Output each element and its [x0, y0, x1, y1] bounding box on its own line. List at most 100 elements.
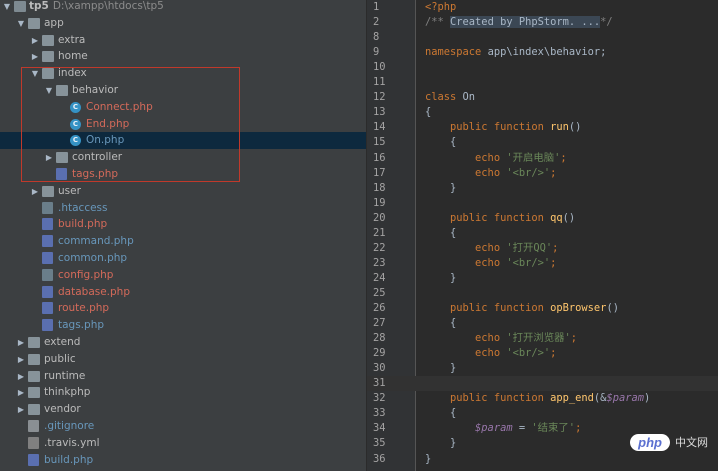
- code-line[interactable]: 15 {: [367, 135, 718, 150]
- code-token: '<br/>': [506, 166, 551, 179]
- tree-item-common-php[interactable]: common.php: [0, 250, 366, 267]
- code-token: {: [425, 136, 457, 149]
- php-file-icon: [42, 319, 53, 332]
- code-line[interactable]: 2 /** Created by PhpStorm. ...*/: [367, 15, 718, 30]
- code-line[interactable]: 12 class On: [367, 90, 718, 105]
- code-line[interactable]: 25: [367, 286, 718, 301]
- code-text: <?php: [425, 0, 456, 15]
- code-line[interactable]: 20 public function qq(): [367, 211, 718, 226]
- code-line[interactable]: 26 public function opBrowser(): [367, 301, 718, 316]
- chevron-right-icon[interactable]: ▶: [16, 368, 26, 385]
- tree-item-command-php[interactable]: command.php: [0, 233, 366, 250]
- line-number: 2: [373, 16, 380, 29]
- code-line[interactable]: 23 echo '<br/>';: [367, 256, 718, 271]
- tree-root-tp5[interactable]: ▼ tp5 D:\xampp\htdocs\tp5: [0, 0, 366, 15]
- code-line[interactable]: 18 }: [367, 181, 718, 196]
- code-token: app_end: [550, 392, 594, 405]
- chevron-right-icon[interactable]: ▶: [16, 384, 26, 401]
- tree-item-label: common.php: [58, 252, 128, 264]
- code-line[interactable]: 10: [367, 60, 718, 75]
- code-line[interactable]: 32 public function app_end(&$param): [367, 391, 718, 406]
- code-line[interactable]: 27 {: [367, 316, 718, 331]
- tree-item-database-php[interactable]: database.php: [0, 284, 366, 301]
- tree-item-build-php[interactable]: build.php: [0, 216, 366, 233]
- chevron-right-icon[interactable]: ▶: [30, 183, 40, 200]
- text-file-icon: [28, 420, 39, 432]
- code-line[interactable]: 9 namespace app\index\behavior;: [367, 45, 718, 60]
- chevron-right-icon[interactable]: ▶: [30, 32, 40, 49]
- code-text: echo '<br/>';: [425, 346, 556, 361]
- code-line[interactable]: 31: [367, 376, 718, 392]
- tree-item-extend[interactable]: ▶ extend: [0, 334, 366, 351]
- tree-item-home[interactable]: ▶ home: [0, 48, 366, 65]
- code-token: ;: [570, 332, 578, 345]
- code-text: public function run(): [425, 120, 581, 135]
- chevron-right-icon[interactable]: ▶: [16, 351, 26, 368]
- tree-item-label: user: [58, 184, 81, 197]
- chevron-right-icon[interactable]: ▶: [16, 334, 26, 351]
- chevron-down-icon[interactable]: ▼: [2, 0, 12, 15]
- code-line[interactable]: 30 }: [367, 361, 718, 376]
- tree-item-vendor[interactable]: ▶ vendor: [0, 401, 366, 418]
- code-line[interactable]: 29 echo '<br/>';: [367, 346, 718, 361]
- tree-item-build-php[interactable]: build.php: [0, 452, 366, 469]
- code-token: public function: [425, 121, 551, 134]
- code-token: $param: [475, 422, 513, 435]
- code-text: /** Created by PhpStorm. ...*/: [425, 15, 613, 30]
- code-line[interactable]: 36}: [367, 452, 718, 467]
- tree-item-gitignore[interactable]: .gitignore: [0, 418, 366, 435]
- code-line[interactable]: 13 {: [367, 105, 718, 120]
- tree-item-extra[interactable]: ▶ extra: [0, 32, 366, 49]
- code-token: {: [425, 226, 457, 239]
- tree-item-travis-yml[interactable]: .travis.yml: [0, 435, 366, 452]
- code-token: echo: [425, 256, 507, 269]
- tree-item-label: build.php: [44, 453, 94, 466]
- line-number: 34: [373, 422, 386, 435]
- chevron-right-icon[interactable]: ▶: [30, 48, 40, 65]
- line-number: 17: [373, 166, 386, 179]
- chevron-right-icon[interactable]: ▶: [16, 401, 26, 418]
- code-line[interactable]: 33 {: [367, 406, 718, 421]
- code-token: class: [425, 91, 463, 104]
- code-line[interactable]: 16 echo '开启电脑';: [367, 151, 718, 166]
- tree-item-thinkphp[interactable]: ▶ thinkphp: [0, 384, 366, 401]
- tree-item-app[interactable]: ▼ app: [0, 15, 366, 32]
- tree-item-label: extend: [44, 336, 81, 348]
- code-token: }: [425, 271, 457, 284]
- code-text: }: [425, 452, 431, 467]
- line-number: 1: [373, 1, 380, 13]
- chevron-down-icon[interactable]: ▼: [16, 15, 26, 32]
- code-editor[interactable]: 1 <?php 2 /** Created by PhpStorm. ...*/ 8 9 n…: [367, 0, 718, 471]
- tree-item-htaccess[interactable]: .htaccess: [0, 200, 366, 217]
- code-line[interactable]: 11: [367, 75, 718, 90]
- code-line[interactable]: 8: [367, 30, 718, 45]
- code-token: public function: [425, 302, 551, 314]
- code-line[interactable]: 19: [367, 196, 718, 211]
- tree-item-config-php[interactable]: config.php: [0, 267, 366, 284]
- code-text: }: [425, 436, 456, 451]
- code-token: '开启电脑': [506, 151, 561, 164]
- folder-icon: [28, 17, 40, 29]
- code-line[interactable]: 28 echo '打开浏览器';: [367, 331, 718, 346]
- code-token: '打开QQ': [506, 241, 553, 254]
- code-line[interactable]: 1 <?php: [367, 0, 718, 15]
- code-line[interactable]: 17 echo '<br/>';: [367, 166, 718, 181]
- tree-item-runtime[interactable]: ▶ runtime: [0, 368, 366, 385]
- code-token: public function: [425, 392, 551, 405]
- tree-item-tags-php[interactable]: tags.php: [0, 317, 366, 334]
- tree-item-route-php[interactable]: route.php: [0, 300, 366, 317]
- code-line[interactable]: 14 public function run(): [367, 120, 718, 135]
- tree-item-label: public: [44, 352, 76, 365]
- tree-item-label: home: [58, 50, 88, 63]
- code-line[interactable]: 22 echo '打开QQ';: [367, 241, 718, 256]
- tree-item-user[interactable]: ▶ user: [0, 183, 366, 200]
- config-file-icon: [42, 268, 53, 281]
- code-line[interactable]: 24 }: [367, 271, 718, 286]
- folder-icon: [28, 337, 40, 348]
- tree-item-public[interactable]: ▶ public: [0, 351, 366, 368]
- code-text: {: [425, 135, 456, 150]
- line-number: 28: [373, 332, 386, 345]
- code-line[interactable]: 21 {: [367, 226, 718, 241]
- code-token: echo: [425, 332, 507, 345]
